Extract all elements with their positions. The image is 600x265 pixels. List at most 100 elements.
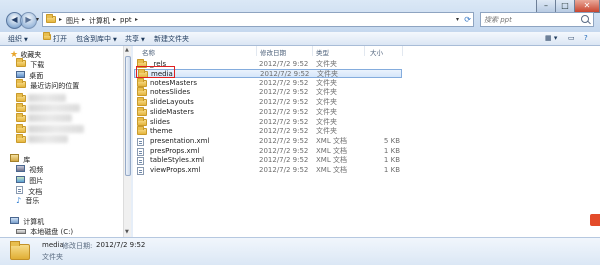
document-icon <box>16 186 23 194</box>
file-modified: 2012/7/2 9:52 <box>259 118 309 126</box>
file-type: 文件夹 <box>316 79 337 87</box>
chevron-right-icon[interactable]: ▸ <box>135 16 138 23</box>
folder-icon <box>137 78 147 87</box>
file-name: viewProps.xml <box>150 166 201 174</box>
column-divider[interactable] <box>312 46 313 56</box>
refresh-icon[interactable]: ⟳ <box>464 15 471 24</box>
chevron-right-icon: ▸ <box>59 16 63 23</box>
nav-favorites[interactable]: ★ 收藏夹 <box>10 50 41 60</box>
file-size: 5 KB <box>383 137 400 145</box>
side-grip-icon[interactable] <box>590 214 600 226</box>
file-size: 1 KB <box>383 166 400 174</box>
recent-places-icon <box>16 79 26 88</box>
nav-recent-places[interactable]: 最近访问的位置 <box>16 79 79 91</box>
computer-icon <box>10 217 19 224</box>
file-row[interactable]: presentation.xml 2012/7/2 9:52 XML 文档 5 … <box>134 137 402 146</box>
nav-local-disk[interactable]: 本地磁盘 (C:) <box>16 227 73 237</box>
preview-pane-icon[interactable]: ▭ <box>568 34 575 42</box>
file-row[interactable]: slideLayouts 2012/7/2 9:52 文件夹 <box>134 97 402 107</box>
explorer-window: – □ ✕ ◀ ▶ ▾ ▸ 图片 ▸ 计算机 ▸ ppt ▸ ▾ ⟳ 组织▼ 打… <box>0 0 600 265</box>
file-name: slides <box>150 118 170 126</box>
file-name: presProps.xml <box>150 147 200 155</box>
xml-file-icon <box>137 138 144 146</box>
breadcrumb-pictures[interactable]: 图片 <box>66 16 80 26</box>
column-divider[interactable] <box>256 46 257 56</box>
open-button[interactable]: 打开 <box>53 34 67 44</box>
file-name: presentation.xml <box>150 137 210 145</box>
file-row[interactable]: theme 2012/7/2 9:52 文件夹 <box>134 126 402 136</box>
organize-label: 组织 <box>8 35 22 43</box>
nav-pictures-label: 图片 <box>29 177 44 185</box>
search-icon[interactable] <box>581 15 589 23</box>
chevron-right-icon[interactable]: ▸ <box>113 16 116 23</box>
breadcrumb-ppt[interactable]: ppt <box>120 16 132 24</box>
column-header-type[interactable]: 类型 <box>316 47 329 57</box>
blurred-item <box>28 114 72 122</box>
nav-documents[interactable]: 文档 <box>16 186 42 196</box>
file-row[interactable]: slides 2012/7/2 9:52 文件夹 <box>134 117 402 127</box>
scroll-down-icon[interactable]: ▼ <box>125 229 129 235</box>
include-in-library-menu[interactable]: 包含到库中 ▼ <box>76 34 117 44</box>
drive-icon <box>16 229 26 234</box>
file-row[interactable]: slideMasters 2012/7/2 9:52 文件夹 <box>134 107 402 117</box>
folder-icon[interactable] <box>16 124 26 133</box>
address-dropdown-icon[interactable]: ▾ <box>456 16 459 23</box>
file-row[interactable]: viewProps.xml 2012/7/2 9:52 XML 文档 1 KB <box>134 166 402 175</box>
blurred-item <box>28 94 66 102</box>
file-row[interactable]: presProps.xml 2012/7/2 9:52 XML 文档 1 KB <box>134 147 402 156</box>
nav-computer[interactable]: 计算机 <box>10 217 44 227</box>
downloads-folder-icon <box>16 58 26 67</box>
column-header-modified[interactable]: 修改日期 <box>260 47 286 57</box>
nav-downloads[interactable]: 下载 <box>16 58 44 70</box>
address-bar[interactable]: ▸ 图片 ▸ 计算机 ▸ ppt ▸ ▾ ⟳ <box>42 12 474 27</box>
file-name: notesSlides <box>150 88 191 96</box>
column-header-name[interactable]: 名称 <box>142 47 155 57</box>
file-row[interactable]: tableStyles.xml 2012/7/2 9:52 XML 文档 1 K… <box>134 156 402 165</box>
nav-libraries[interactable]: 库 <box>10 154 30 164</box>
file-modified: 2012/7/2 9:52 <box>259 98 309 106</box>
file-size: 1 KB <box>383 147 400 155</box>
nav-computer-label: 计算机 <box>23 218 45 226</box>
highlight-box <box>136 66 175 78</box>
new-folder-button[interactable]: 新建文件夹 <box>154 34 189 44</box>
file-name: tableStyles.xml <box>150 156 205 164</box>
nav-local-disk-label: 本地磁盘 (C:) <box>30 228 74 236</box>
file-type: XML 文档 <box>316 147 347 155</box>
search-box[interactable] <box>480 12 594 27</box>
organize-menu[interactable]: 组织 ▼ <box>8 34 28 44</box>
folder-icon <box>137 126 147 135</box>
blurred-item <box>28 135 68 143</box>
xml-file-icon <box>137 167 144 175</box>
column-divider[interactable] <box>402 46 403 56</box>
scroll-up-icon[interactable]: ▲ <box>125 47 129 53</box>
forward-button[interactable]: ▶ <box>20 12 37 29</box>
nav-music-label: 音乐 <box>25 197 40 205</box>
column-divider[interactable] <box>364 46 365 56</box>
file-modified: 2012/7/2 9:52 <box>259 147 309 155</box>
file-name: theme <box>150 127 173 135</box>
nav-videos[interactable]: 视频 <box>16 165 43 175</box>
breadcrumb-computer[interactable]: 计算机 <box>89 16 110 26</box>
folder-icon[interactable] <box>16 134 26 143</box>
file-type: XML 文档 <box>316 137 347 145</box>
chevron-down-icon: ▼ <box>141 37 145 43</box>
nav-pictures[interactable]: 图片 <box>16 176 43 186</box>
xml-file-icon <box>137 157 144 165</box>
view-options-icon[interactable]: ▦ ▾ <box>545 34 557 42</box>
column-header-size[interactable]: 大小 <box>370 47 383 57</box>
pane-splitter[interactable] <box>131 46 133 237</box>
help-icon[interactable]: ? <box>584 34 588 42</box>
folder-icon[interactable] <box>16 113 26 122</box>
file-row[interactable]: notesSlides 2012/7/2 9:52 文件夹 <box>134 87 402 97</box>
search-input[interactable] <box>484 13 574 26</box>
file-name: slideMasters <box>150 108 194 116</box>
nav-music[interactable]: ♪ 音乐 <box>16 196 39 206</box>
file-modified: 2012/7/2 9:52 <box>259 60 309 68</box>
folder-icon[interactable] <box>16 103 26 112</box>
folder-icon <box>137 97 147 106</box>
share-menu[interactable]: 共享 ▼ <box>125 34 145 44</box>
folder-icon <box>10 241 30 260</box>
file-row[interactable]: notesMasters 2012/7/2 9:52 文件夹 <box>134 78 402 88</box>
chevron-right-icon[interactable]: ▸ <box>82 16 85 23</box>
folder-icon[interactable] <box>16 93 26 102</box>
